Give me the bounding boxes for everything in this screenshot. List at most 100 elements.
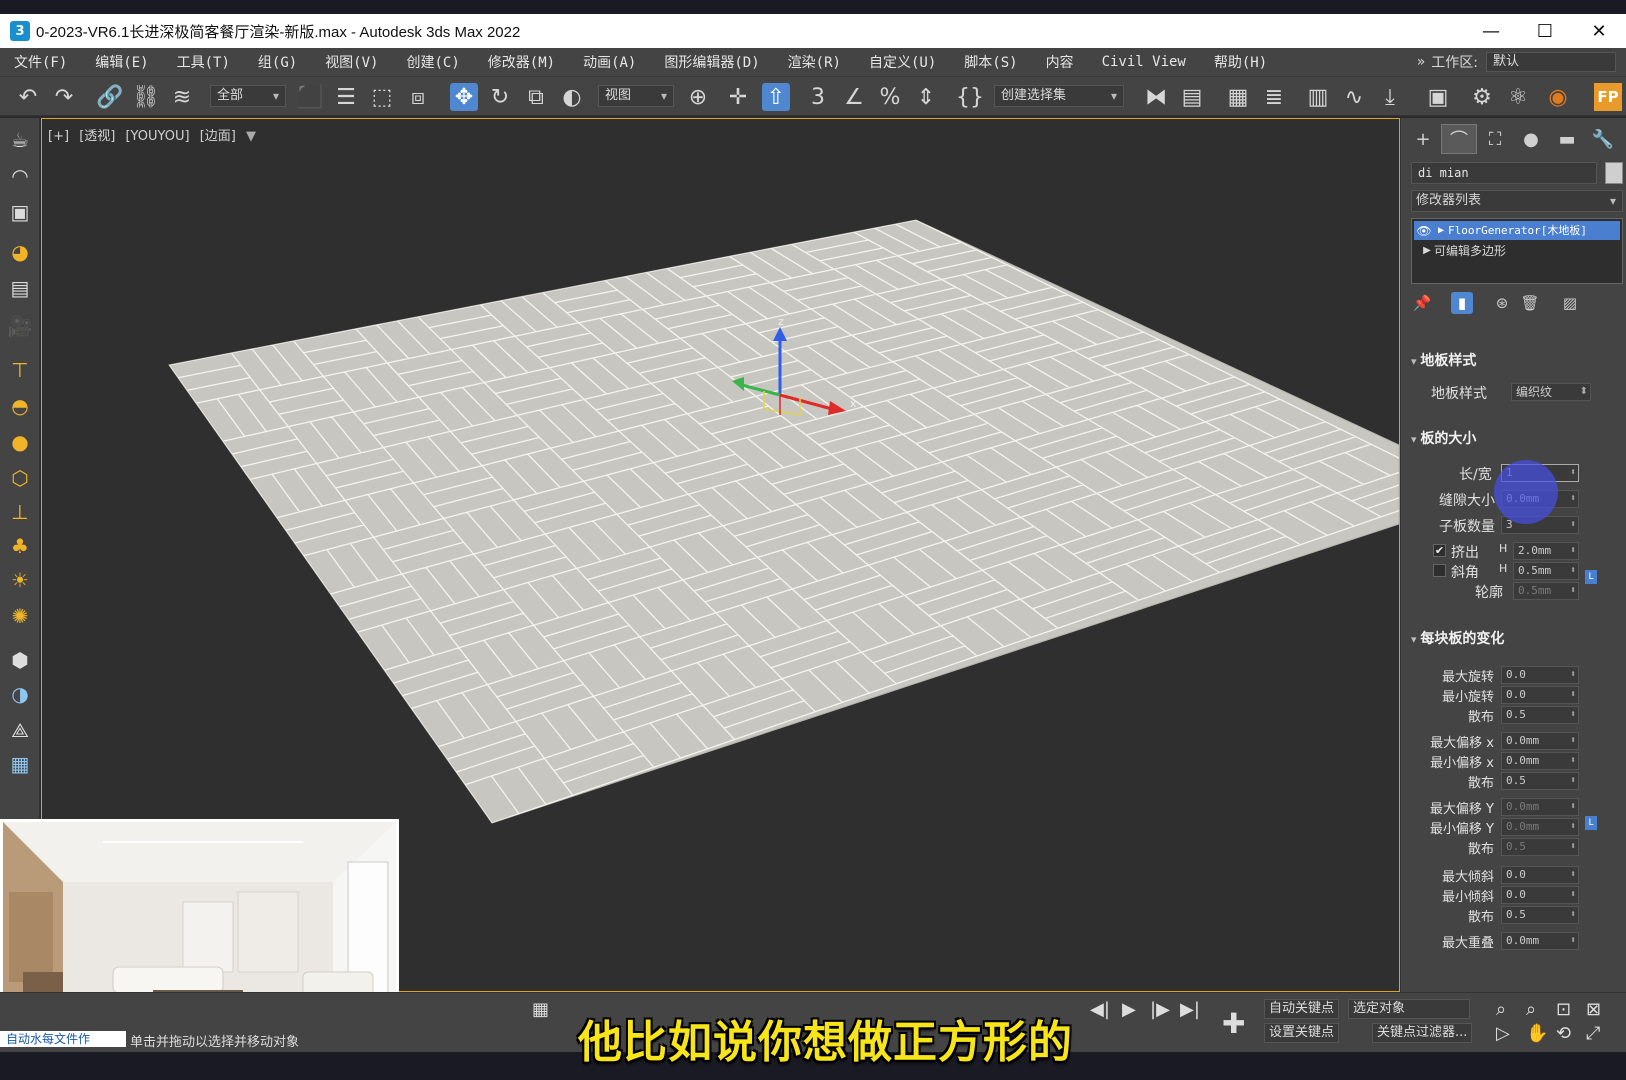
set-key-button[interactable]: 设置关键点	[1264, 1023, 1340, 1043]
prev-frame-icon[interactable]: ◀|	[1090, 999, 1110, 1020]
shape-icon[interactable]: ◠	[6, 162, 34, 190]
menu-customize[interactable]: 自定义(U)	[855, 52, 950, 72]
offset-lock-button[interactable]: L	[1585, 816, 1597, 830]
configure-sets-icon[interactable]: ▨	[1559, 292, 1581, 314]
select-rotate-icon[interactable]: ↻	[486, 83, 514, 111]
snaps-toggle-icon[interactable]: 3	[804, 83, 832, 111]
dome-light-icon[interactable]: ◓	[6, 392, 34, 420]
next-frame-icon[interactable]: |▶	[1150, 999, 1170, 1020]
field-of-view-icon[interactable]: ▷	[1496, 1023, 1510, 1044]
menu-tools[interactable]: 工具(T)	[163, 52, 244, 72]
floor-style-dropdown[interactable]: 编织纹	[1511, 383, 1591, 401]
scene-explorer-icon[interactable]: ▦	[1224, 83, 1252, 111]
variation-row-spinner[interactable]: 0.5	[1501, 838, 1579, 856]
variation-row-spinner[interactable]: 0.5	[1501, 906, 1579, 924]
render-production-icon[interactable]: ◉	[1544, 83, 1572, 111]
bevel-lock-button[interactable]: L	[1585, 570, 1597, 584]
variation-row-spinner[interactable]: 0.0	[1501, 866, 1579, 884]
rollout-board-size-title[interactable]: 板的大小	[1411, 428, 1476, 448]
angle-snap-icon[interactable]: ∠	[840, 83, 868, 111]
add-key-icon[interactable]: ✚	[1222, 1007, 1245, 1040]
menu-rendering[interactable]: 渲染(R)	[774, 52, 855, 72]
motion-tab-icon[interactable]: ●	[1513, 124, 1549, 154]
layer-explorer-icon[interactable]: ≣	[1260, 83, 1288, 111]
bevel-checkbox[interactable]	[1433, 564, 1446, 577]
maximize-viewport-icon[interactable]: ⤢	[1586, 1023, 1600, 1044]
orbit-icon[interactable]: ⟲	[1556, 1023, 1571, 1044]
utilities-tab-icon[interactable]: 🔧	[1585, 124, 1621, 154]
vray-light-icon[interactable]: ⊤	[6, 356, 34, 384]
align-icon[interactable]: ▤	[1178, 83, 1206, 111]
vray-fur-icon[interactable]: ◑	[6, 680, 34, 708]
auto-key-button[interactable]: 自动关键点	[1264, 999, 1340, 1019]
ribbon-toggle-icon[interactable]: ▥	[1304, 83, 1332, 111]
pan-icon[interactable]: ✋	[1526, 1023, 1548, 1044]
variation-row-spinner[interactable]: 0.0mm	[1501, 732, 1579, 750]
goto-end-icon[interactable]: ▶|	[1180, 999, 1200, 1020]
variation-row-spinner[interactable]: 0.0mm	[1501, 752, 1579, 770]
rollout-floor-style-title[interactable]: 地板样式	[1411, 350, 1476, 370]
teapot-icon[interactable]: ☕	[6, 126, 34, 154]
video-camera-icon[interactable]: 🎥	[6, 312, 34, 340]
menu-create[interactable]: 创建(C)	[392, 52, 473, 72]
ies-light-icon[interactable]: ♣	[6, 532, 34, 560]
unlink-icon[interactable]: ⛓	[132, 83, 160, 111]
menu-group[interactable]: 组(G)	[244, 52, 311, 72]
vray-proxy-icon[interactable]: ⬢	[6, 646, 34, 674]
link-icon[interactable]: 🔗	[96, 83, 124, 111]
named-selection-dropdown[interactable]: 创建选择集	[994, 85, 1124, 107]
menu-civil-view[interactable]: Civil View	[1088, 54, 1200, 70]
key-selection-dropdown[interactable]: 选定对象	[1348, 999, 1470, 1019]
menu-modifiers[interactable]: 修改器(M)	[474, 52, 569, 72]
spinner-snap-icon[interactable]: ⇕	[912, 83, 940, 111]
hierarchy-tab-icon[interactable]: ⛶	[1477, 124, 1513, 154]
bind-spacewarp-icon[interactable]: ≋	[168, 83, 196, 111]
menu-animation[interactable]: 动画(A)	[569, 52, 650, 72]
contour-spinner[interactable]: 0.5mm	[1513, 582, 1579, 600]
render-setup-icon[interactable]: ⚙	[1468, 83, 1496, 111]
variation-row-spinner[interactable]: 0.0mm	[1501, 798, 1579, 816]
fp-plugin-icon[interactable]: FP	[1594, 83, 1622, 111]
zoom-all-icon[interactable]: ⌕	[1526, 999, 1536, 1020]
select-move-icon[interactable]: ✥	[450, 83, 478, 111]
pin-stack-icon[interactable]: 📌	[1411, 292, 1433, 314]
modify-tab-icon[interactable]: ⌒	[1441, 124, 1477, 154]
menu-scripting[interactable]: 脚本(S)	[950, 52, 1031, 72]
menu-views[interactable]: 视图(V)	[311, 52, 392, 72]
variation-row-spinner[interactable]: 0.0	[1501, 666, 1579, 684]
remove-modifier-icon[interactable]: 🗑	[1519, 292, 1541, 314]
material-editor-icon[interactable]: ▣	[1424, 83, 1452, 111]
undo-icon[interactable]: ↶	[14, 83, 42, 111]
window-crossing-icon[interactable]: ⧈	[404, 83, 432, 111]
object-name-field[interactable]: di mian	[1411, 162, 1597, 184]
expand-arrow-icon[interactable]: ▶	[1434, 222, 1448, 240]
variation-row-spinner[interactable]: 0.5	[1501, 706, 1579, 724]
workspace-dropdown[interactable]: 默认	[1486, 52, 1616, 72]
camera-icon[interactable]: ▤	[6, 274, 34, 302]
curve-editor-icon[interactable]: ∿	[1340, 83, 1368, 111]
variation-row-spinner[interactable]: 0.0mm	[1501, 932, 1579, 950]
play-icon[interactable]: ▶	[1122, 999, 1136, 1020]
sphere-light-icon[interactable]: ●	[6, 428, 34, 456]
show-end-result-icon[interactable]: ▮	[1451, 292, 1473, 314]
workspace-expand-icon[interactable]: »	[1417, 54, 1426, 70]
stack-item-floorgenerator[interactable]: 👁 ▶ FloorGenerator[木地板]	[1414, 221, 1620, 240]
menu-content[interactable]: 内容	[1032, 52, 1088, 72]
select-manipulate-icon[interactable]: ✛	[724, 83, 752, 111]
light-icon[interactable]: ◕	[6, 238, 34, 266]
rollout-variation-title[interactable]: 每块板的变化	[1411, 628, 1504, 648]
rect-selection-icon[interactable]: ⬚	[368, 83, 396, 111]
box-icon[interactable]: ▣	[6, 198, 34, 226]
object-color-swatch[interactable]	[1605, 162, 1623, 184]
timeline-toggle-icon[interactable]: ▦	[532, 999, 549, 1020]
zoom-icon[interactable]: ⌕	[1496, 999, 1506, 1020]
mirror-icon[interactable]: ⧓	[1142, 83, 1170, 111]
select-place-icon[interactable]: ◐	[558, 83, 586, 111]
redo-icon[interactable]: ↷	[50, 83, 78, 111]
percent-snap-icon[interactable]: %	[876, 83, 904, 111]
stack-item-editable-poly[interactable]: ▶ 可编辑多边形	[1414, 241, 1620, 260]
key-filters-button[interactable]: 关键点过滤器...	[1372, 1023, 1473, 1043]
mesh-light-icon[interactable]: ⬡	[6, 464, 34, 492]
reference-coord-dropdown[interactable]: 视图	[598, 85, 674, 107]
menu-file[interactable]: 文件(F)	[0, 52, 81, 72]
